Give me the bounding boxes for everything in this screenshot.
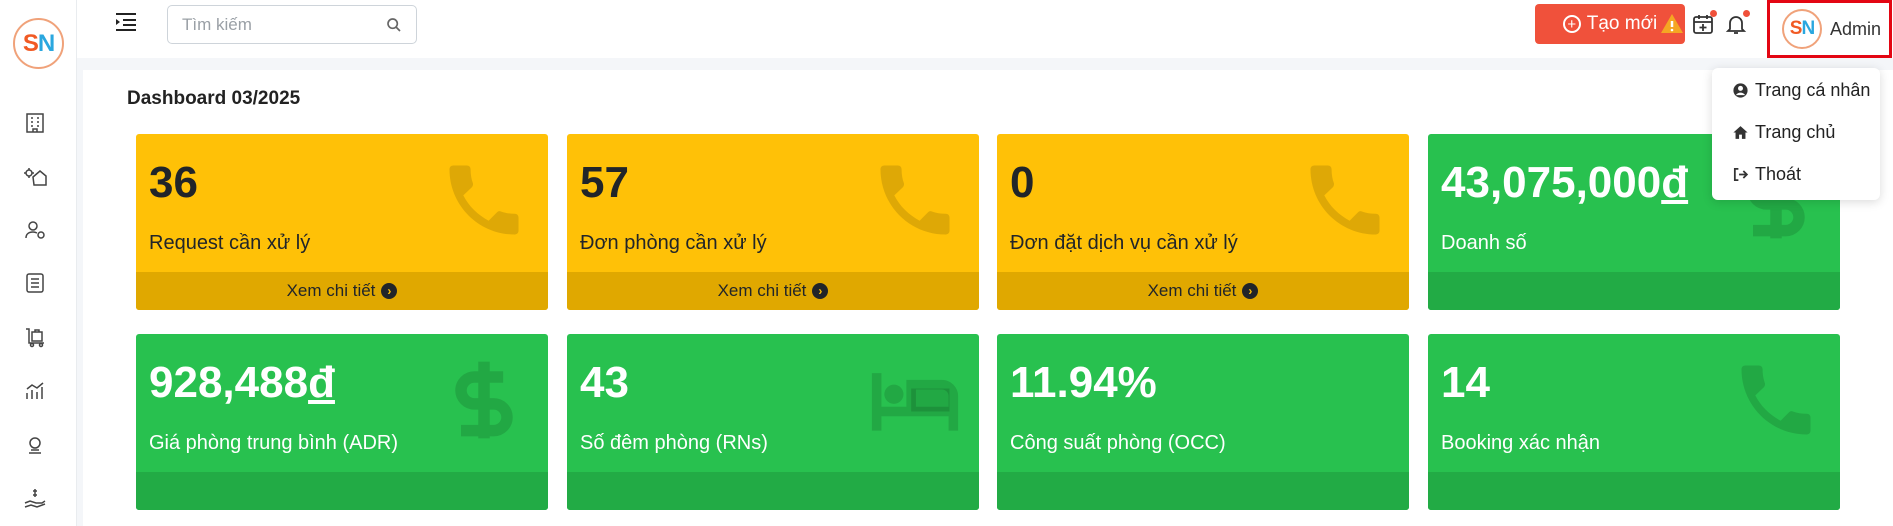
stat-amount: 43,075,000: [1441, 158, 1662, 207]
menu-toggle-icon[interactable]: [114, 10, 138, 34]
stat-label: Công suất phòng (OCC): [1010, 432, 1226, 454]
stat-value: 0: [1010, 158, 1035, 207]
concierge-icon[interactable]: [22, 432, 48, 458]
view-details-label: Xem chi tiết: [717, 281, 807, 300]
stat-card-requests: 36 Request cần xử lý Xem chi tiết ›: [136, 134, 548, 310]
page-title: Dashboard 03/2025: [127, 88, 301, 109]
list-document-icon[interactable]: [22, 270, 48, 296]
avatar-letter-n: N: [1801, 18, 1815, 39]
menu-item-profile[interactable]: Trang cá nhân: [1732, 80, 1870, 101]
stat-card-service-orders: 0 Đơn đặt dịch vụ cần xử lý Xem chi tiết…: [997, 134, 1409, 310]
hand-money-icon[interactable]: [22, 486, 48, 512]
stat-value: 43: [580, 358, 629, 407]
menu-item-logout[interactable]: Thoát: [1732, 164, 1801, 185]
stat-label: Số đêm phòng (RNs): [580, 432, 768, 454]
stat-card-room-nights: 43 Số đêm phòng (RNs): [567, 334, 979, 510]
card-footer: [136, 472, 548, 510]
sidebar: SN: [0, 0, 77, 526]
stat-value: 43,075,000đ: [1441, 158, 1688, 208]
avatar: SN: [1782, 9, 1822, 49]
user-menu-toggle[interactable]: SN Admin: [1767, 0, 1892, 58]
sign-out-icon: [1733, 167, 1749, 182]
main-content: Dashboard 03/2025 36 Request cần xử lý X…: [83, 70, 1893, 526]
view-details-link[interactable]: Xem chi tiết ›: [997, 272, 1409, 310]
stat-value: 11.94%: [1010, 358, 1157, 407]
menu-item-label: Trang cá nhân: [1755, 80, 1871, 100]
dollar-icon: [455, 361, 513, 439]
logo-letter-s: S: [22, 29, 39, 57]
card-footer: [1428, 472, 1840, 510]
search-input[interactable]: [168, 6, 368, 43]
stat-card-adr: 928,488đ Giá phòng trung bình (ADR): [136, 334, 548, 510]
stat-value: 928,488đ: [149, 358, 335, 408]
user-name: Admin: [1830, 18, 1882, 39]
stat-label: Request cần xử lý: [149, 232, 311, 254]
analytics-chart-icon[interactable]: [22, 378, 48, 404]
phone-icon: [449, 165, 519, 235]
currency-symbol: đ: [308, 358, 335, 407]
user-dropdown-menu: Trang cá nhân Trang chủ Thoát: [1712, 68, 1880, 200]
card-footer: [1428, 272, 1840, 310]
view-details-label: Xem chi tiết: [1147, 281, 1237, 300]
menu-item-label: Thoát: [1755, 164, 1802, 184]
menu-item-home[interactable]: Trang chủ: [1732, 122, 1835, 143]
view-details-label: Xem chi tiết: [286, 281, 376, 300]
brand-logo[interactable]: SN: [13, 18, 64, 69]
stat-label: Booking xác nhận: [1441, 432, 1601, 454]
view-details-link[interactable]: Xem chi tiết ›: [567, 272, 979, 310]
avatar-letter-s: S: [1789, 18, 1803, 39]
arrow-circle-right-icon: ›: [1242, 283, 1259, 299]
stat-card-confirmed-bookings: 14 Booking xác nhận: [1428, 334, 1840, 510]
stat-label: Đơn đặt dịch vụ cần xử lý: [1010, 232, 1238, 254]
card-footer: [567, 472, 979, 510]
phone-icon: [1310, 165, 1380, 235]
logo-letter-n: N: [37, 29, 55, 57]
stat-value: 36: [149, 158, 198, 207]
arrow-circle-right-icon: ›: [812, 283, 829, 299]
create-new-label: Tạo mới: [1586, 13, 1658, 34]
stat-card-room-orders: 57 Đơn phòng cần xử lý Xem chi tiết ›: [567, 134, 979, 310]
search-icon[interactable]: [386, 17, 402, 33]
phone-icon: [880, 165, 950, 235]
menu-item-label: Trang chủ: [1755, 122, 1836, 142]
stat-label: Doanh số: [1441, 232, 1527, 254]
user-settings-icon[interactable]: [22, 217, 48, 243]
stat-label: Đơn phòng cần xử lý: [580, 232, 767, 254]
hotel-building-icon[interactable]: [22, 110, 48, 136]
stat-label: Giá phòng trung bình (ADR): [149, 432, 399, 454]
notification-dot: [1743, 10, 1750, 17]
house-settings-icon[interactable]: [22, 164, 48, 190]
card-footer: [997, 472, 1409, 510]
view-details-link[interactable]: Xem chi tiết ›: [136, 272, 548, 310]
stat-value: 57: [580, 158, 629, 207]
bell-icon[interactable]: [1724, 10, 1750, 36]
stat-amount: 928,488: [149, 358, 309, 407]
warning-icon[interactable]: [1660, 12, 1684, 36]
top-header: + Tạo mới SN Admin: [77, 0, 1893, 58]
search-box: [167, 5, 417, 44]
phone-icon: [1741, 365, 1811, 435]
stat-value: 14: [1441, 358, 1490, 407]
bed-icon: [871, 373, 959, 431]
currency-symbol: đ: [1661, 158, 1689, 207]
calendar-add-icon[interactable]: [1691, 10, 1717, 36]
arrow-circle-right-icon: ›: [381, 283, 398, 299]
plus-circle-icon: +: [1562, 15, 1581, 33]
user-circle-icon: [1733, 83, 1748, 98]
home-icon: [1733, 126, 1748, 139]
stat-card-occupancy: 11.94% Công suất phòng (OCC): [997, 334, 1409, 510]
luggage-cart-icon[interactable]: [22, 324, 48, 350]
notification-dot: [1710, 10, 1717, 17]
